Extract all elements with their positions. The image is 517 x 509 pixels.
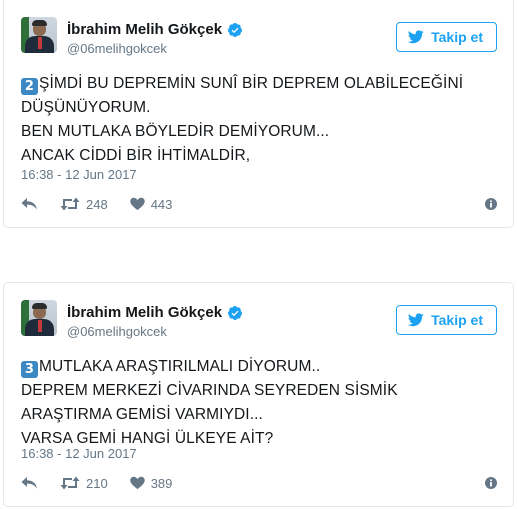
heart-icon: [129, 476, 145, 490]
retweet-button[interactable]: 210: [60, 476, 108, 491]
tweet-card-2: İbrahim Melih Gökçek @06melihgokcek Taki…: [3, 282, 514, 507]
reply-icon: [21, 477, 37, 489]
retweet-button[interactable]: 248: [60, 197, 108, 212]
tweet-text-line: BEN MUTLAKA BÖYLEDİR DEMİYORUM...: [21, 123, 330, 140]
tweet-card-1: İbrahim Melih Gökçek @06melihgokcek Taki…: [3, 0, 514, 228]
avatar[interactable]: [21, 17, 57, 53]
retweet-icon: [60, 476, 80, 490]
info-icon[interactable]: [485, 477, 497, 489]
twitter-bird-icon: [408, 313, 424, 327]
tweet-timestamp[interactable]: 16:38 - 12 Jun 2017: [21, 446, 137, 461]
tweet-text-line: ANCAK CİDDİ BİR İHTİMALDİR,: [21, 147, 251, 164]
follow-button[interactable]: Takip et: [396, 305, 497, 335]
author-name[interactable]: İbrahim Melih Gökçek: [67, 21, 222, 38]
keycap-number-icon: 3: [21, 361, 38, 378]
verified-badge-icon: [228, 22, 243, 37]
like-button[interactable]: 389: [129, 475, 173, 491]
tweet-text-line: 3 MUTLAKA ARAŞTIRILMALI DİYORUM..: [21, 355, 497, 379]
like-count: 443: [150, 196, 173, 212]
tweet-text: 3 MUTLAKA ARAŞTIRILMALI DİYORUM.. DEPREM …: [21, 355, 497, 451]
tweet-text-line: ARAŞTIRMA GEMİSİ VARMIYDI...: [21, 406, 263, 423]
tweet-actions: 210 389: [21, 473, 497, 493]
like-button[interactable]: 443: [129, 196, 173, 212]
retweet-count: 210: [86, 475, 108, 491]
tweet-actions: 248 443: [21, 194, 497, 214]
author-handle[interactable]: @06melihgokcek: [67, 41, 167, 56]
reply-icon: [21, 198, 37, 210]
follow-button-label: Takip et: [431, 312, 483, 328]
keycap-number-icon: 2: [21, 78, 38, 95]
tweet-text-line: 2 ŞİMDİ BU DEPREMİN SUNÎ BİR DEPREM OLABİ…: [21, 72, 497, 96]
verified-badge-icon: [228, 305, 243, 320]
author-name-row[interactable]: İbrahim Melih Gökçek: [67, 21, 243, 38]
author-handle[interactable]: @06melihgokcek: [67, 324, 167, 339]
retweet-count: 248: [86, 196, 108, 212]
tweet-text: 2 ŞİMDİ BU DEPREMİN SUNÎ BİR DEPREM OLABİ…: [21, 72, 497, 168]
like-count: 389: [150, 475, 173, 491]
reply-button[interactable]: [21, 476, 38, 490]
author-name[interactable]: İbrahim Melih Gökçek: [67, 304, 222, 321]
reply-button[interactable]: [21, 197, 38, 211]
tweet-timestamp[interactable]: 16:38 - 12 Jun 2017: [21, 167, 137, 182]
follow-button[interactable]: Takip et: [396, 22, 497, 52]
follow-button-label: Takip et: [431, 29, 483, 45]
heart-icon: [129, 197, 145, 211]
avatar[interactable]: [21, 300, 57, 336]
tweet-text-line: DEPREM MERKEZİ CİVARINDA SEYREDEN SİSMİK: [21, 382, 398, 399]
tweet-text-line: DÜŞÜNÜYORUM.: [21, 99, 151, 116]
retweet-icon: [60, 197, 80, 211]
twitter-bird-icon: [408, 30, 424, 44]
info-icon[interactable]: [485, 198, 497, 210]
author-name-row[interactable]: İbrahim Melih Gökçek: [67, 304, 243, 321]
